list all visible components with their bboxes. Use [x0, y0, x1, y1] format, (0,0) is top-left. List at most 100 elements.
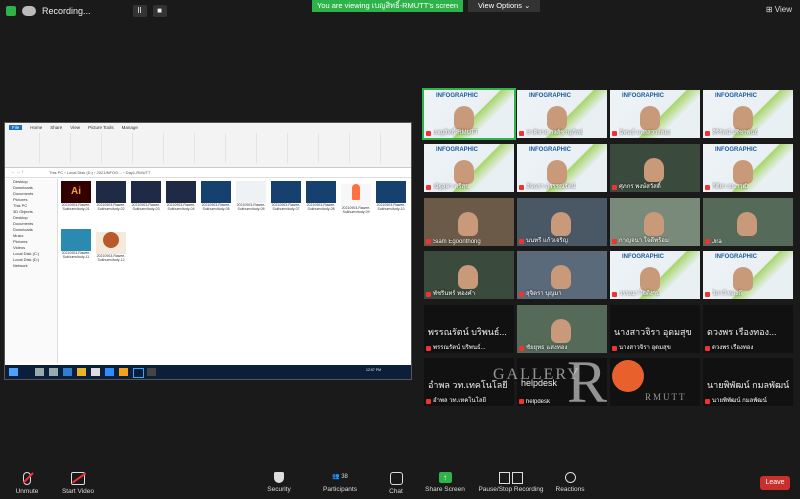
file-thumbnail [271, 181, 301, 203]
participant-tile[interactable]: กาญจนา ใจดีพร้อม [610, 198, 700, 246]
zoom-icon[interactable] [105, 368, 114, 376]
ribbon-tab[interactable]: Home [30, 125, 42, 130]
participant-tile[interactable]: INFOGRAPHIC นิพนธ์ แสงสว่างทอง [610, 90, 700, 138]
file-item[interactable]: 20210903-Rawee-Sukhumvitudy-07 [271, 181, 301, 215]
file-label: 20210903-Rawee-Sukhumvitudy-01 [61, 203, 91, 211]
participant-tile[interactable]: INFOGRAPHIC กิติยา ธนาวุฒิ [703, 144, 793, 192]
participant-tile[interactable]: นายพิพัฒน์ กมลพัฒน์ นายพิพัฒน์ กมลพัฒน์ [703, 358, 793, 406]
viewing-banner: You are viewing เบญสิทธิ์-RMUTT's screen [312, 0, 464, 12]
pause-recording-button[interactable]: II [132, 5, 147, 17]
ribbon-tab[interactable]: Share [50, 125, 62, 130]
photoshop-icon[interactable] [133, 368, 144, 378]
participant-name: ชัยยุทธ แสงทอง [526, 345, 568, 351]
file-explorer-icon[interactable] [77, 368, 86, 376]
file-thumbnail [376, 181, 406, 203]
pause-stop-recording-button[interactable]: Pause/Stop Recording [476, 472, 546, 493]
file-label: 20210903-Rawee-Sukhumvitudy-02 [96, 203, 126, 211]
file-grid: Ai 20210903-Rawee-Sukhumvitudy-01 20210903… [61, 181, 407, 361]
chat-icon [389, 472, 403, 485]
file-item[interactable]: 20210903-Rawee-Sukhumvitudy-05 [201, 181, 231, 215]
participant-name: กิติยา ธนาวุฒิ [712, 184, 749, 190]
participant-tile[interactable]: พรรณรัตน์ บริพนธ์... พรรณรัตน์ บริพนธ์... [424, 305, 514, 353]
participant-tile[interactable]: ชัยยุทธ แสงทอง [517, 305, 607, 353]
participant-tile[interactable]: นางสาวจิรา อุดมสุข นางสาวจิรา อุดมสุข [610, 305, 700, 353]
file-label: 20210903-Rawee-Sukhumvitudy-04 [166, 203, 196, 211]
file-item[interactable]: 20210903-Rawee-Sukhumvitudy-04 [166, 181, 196, 215]
file-item[interactable]: 20210903-Rawee-Sukhumvitudy-09 [341, 181, 371, 215]
chrome-icon[interactable] [91, 368, 100, 376]
participant-tile[interactable]: ดวงพร เรืองทอง... ดวงพร เรืองทอง [703, 305, 793, 353]
unmute-button[interactable]: Unmute [10, 472, 44, 495]
leave-button[interactable]: Leave [760, 476, 790, 490]
file-item[interactable]: 20210903-Rawee-Sukhumvitudy-11 [61, 229, 91, 263]
participant-tile[interactable]: Jira [703, 198, 793, 246]
participant-tile[interactable]: สุจิตรา บุญมา [517, 251, 607, 299]
participant-tile[interactable]: INFOGRAPHIC ณัฐสุดา ศรีสุข [424, 144, 514, 192]
app-icon[interactable] [147, 368, 156, 376]
ribbon-tab[interactable]: Manage [122, 125, 138, 130]
participant-tile[interactable]: INFOGRAPHIC วิภาวี ทองดี [703, 251, 793, 299]
participant-tile[interactable]: INFOGRAPHIC อัจฉรา สุวรรณรัตน์ [517, 144, 607, 192]
file-item[interactable]: 20210903-Rawee-Sukhumvitudy-06 [236, 181, 266, 215]
muted-mic-icon [519, 292, 524, 297]
file-label: 20210903-Rawee-Sukhumvitudy-08 [306, 203, 336, 211]
chat-button[interactable]: Chat [386, 472, 406, 495]
file-label: 20210903-Rawee-Sukhumvitudy-11 [61, 251, 91, 259]
participant-tile[interactable]: INFOGRAPHIC ชาติชาย วงศ์ชาญวิทย์ [517, 90, 607, 138]
participant-name: วิภาวี ทองดี [712, 291, 743, 297]
infographic-title: INFOGRAPHIC [622, 254, 664, 260]
infographic-title: INFOGRAPHIC [715, 254, 757, 260]
participant-name: นิพนธ์ แสงสว่างทอง [619, 130, 671, 136]
participant-name: นนทรี แก้วเจริญ [526, 238, 568, 244]
participant-name: พรรณรัตน์ บริพนธ์... [433, 345, 486, 351]
address-bar[interactable]: ← → ↑ This PC › Local Disk (D:) › 2021IN… [5, 169, 411, 178]
ribbon-tab[interactable]: View [70, 125, 80, 130]
search-icon[interactable] [35, 368, 44, 376]
file-item[interactable]: 20210903-Rawee-Sukhumvitudy-03 [131, 181, 161, 215]
participant-tile[interactable]: INFOGRAPHIC วรรณา ใจดีงาม [610, 251, 700, 299]
file-item[interactable]: 20210903-Rawee-Sukhumvitudy-02 [96, 181, 126, 215]
watermark-sub: RMUTT [645, 392, 687, 402]
stop-recording-button[interactable]: ■ [152, 5, 167, 17]
reactions-button[interactable]: Reactions [554, 472, 586, 493]
participant-tile[interactable]: INFOGRAPHIC ศิริรัตน์ ปรีชาพันธ์ [703, 90, 793, 138]
file-thumbnail [341, 184, 371, 206]
participant-tile[interactable]: INFOGRAPHIC เบญสิทธิ์-RMUTT [422, 88, 516, 140]
file-item[interactable]: 20210903-Rawee-Sukhumvitudy-08 [306, 181, 336, 215]
start-icon[interactable] [9, 368, 18, 376]
view-button[interactable]: ⊞ View [766, 5, 792, 14]
illustrator-file-icon: Ai [61, 181, 91, 203]
file-thumbnail [201, 181, 231, 203]
nav-item[interactable]: Network [5, 263, 57, 269]
task-view-icon[interactable] [49, 368, 58, 376]
participant-tile[interactable]: พัชรินทร์ ทองคำ [424, 251, 514, 299]
start-video-button[interactable]: Start Video [58, 472, 98, 495]
participant-face [644, 212, 664, 236]
muted-mic-icon [519, 346, 524, 351]
muted-mic-icon [705, 346, 710, 351]
participant-tile[interactable]: Siam Egoonthong [424, 198, 514, 246]
nav-arrows-icon[interactable]: ← → ↑ [11, 169, 23, 174]
file-thumbnail [96, 232, 126, 254]
recording-label: Recording... [42, 6, 91, 16]
shield-outline-icon [274, 472, 284, 483]
file-item[interactable]: Ai 20210903-Rawee-Sukhumvitudy-01 [61, 181, 91, 215]
file-item[interactable]: 20210903-Rawee-Sukhumvitudy-10 [376, 181, 406, 215]
participant-tile[interactable]: นนทรี แก้วเจริญ [517, 198, 607, 246]
file-item[interactable]: 20210903-Rawee-Sukhumvitudy-12 [96, 229, 126, 263]
file-label: 20210903-Rawee-Sukhumvitudy-05 [201, 203, 231, 211]
shield-icon[interactable] [6, 6, 16, 16]
participants-button[interactable]: 👥 38 Participants [318, 472, 362, 493]
participant-name: ศุภกร พงษ์สวัสดิ์ [619, 184, 661, 190]
infographic-title: INFOGRAPHIC [715, 147, 757, 153]
view-options-button[interactable]: View Options ⌄ [468, 0, 541, 12]
illustrator-icon[interactable] [119, 368, 128, 376]
edge-icon[interactable] [63, 368, 72, 376]
participant-tile[interactable]: ศุภกร พงษ์สวัสดิ์ [610, 144, 700, 192]
ribbon-tab[interactable]: File [9, 125, 23, 130]
ribbon-tab[interactable]: Picture Tools [88, 125, 114, 130]
security-button[interactable]: Security [264, 472, 294, 493]
participant-face [551, 212, 571, 236]
participant-name: นางสาวจิรา อุดมสุข [619, 345, 671, 351]
share-screen-button[interactable]: ↑ Share Screen [424, 472, 466, 493]
